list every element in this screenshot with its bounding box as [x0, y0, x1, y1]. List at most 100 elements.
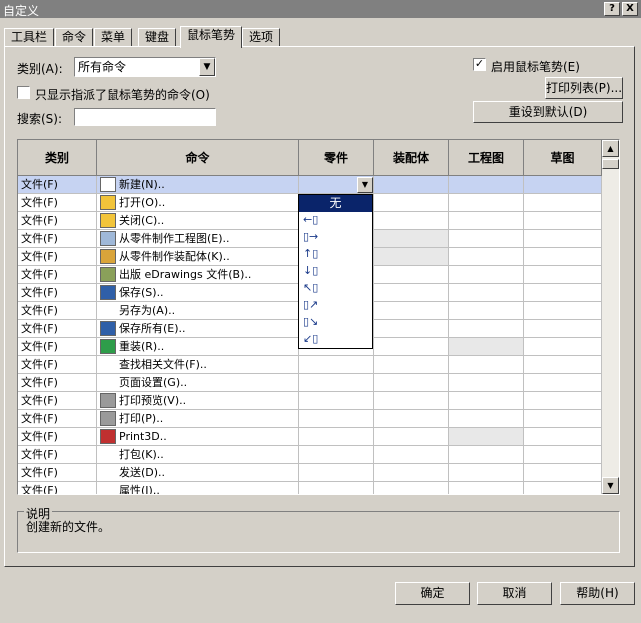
part-gesture-dropdown-button[interactable]: ▼ [357, 177, 373, 193]
only-assigned-checkbox[interactable] [17, 86, 30, 99]
table-row[interactable]: 文件(F) 发送(D).. [18, 464, 602, 482]
cell-assembly[interactable] [374, 230, 449, 248]
col-command[interactable]: 命令 [97, 140, 299, 176]
cell-category[interactable]: 文件(F) [18, 392, 97, 410]
cell-part[interactable] [299, 446, 374, 464]
cell-drawing[interactable] [449, 338, 524, 356]
vertical-scrollbar[interactable]: ▲ ▼ [602, 140, 619, 494]
cancel-button[interactable]: 取消 [477, 582, 552, 605]
cell-drawing[interactable] [449, 302, 524, 320]
cell-category[interactable]: 文件(F) [18, 266, 97, 284]
table-row[interactable]: 文件(F) 打包(K).. [18, 446, 602, 464]
cell-sketch[interactable] [524, 410, 602, 428]
cell-assembly[interactable] [374, 392, 449, 410]
cell-sketch[interactable] [524, 194, 602, 212]
col-drawing[interactable]: 工程图 [449, 140, 524, 176]
tab-mouse-gestures[interactable]: 鼠标笔势 [180, 26, 243, 48]
cell-category[interactable]: 文件(F) [18, 320, 97, 338]
gesture-option-none[interactable]: 无 [299, 195, 372, 212]
table-row[interactable]: 文件(F) Print3D.. [18, 428, 602, 446]
chevron-down-icon[interactable]: ▼ [199, 58, 215, 76]
cell-command[interactable]: 重装(R).. [97, 338, 299, 356]
cell-assembly[interactable] [374, 212, 449, 230]
help-title-button[interactable]: ? [604, 2, 620, 16]
cell-assembly[interactable] [374, 356, 449, 374]
cell-category[interactable]: 文件(F) [18, 356, 97, 374]
tab-commands[interactable]: 命令 [55, 28, 94, 47]
cell-part[interactable] [299, 464, 374, 482]
cell-assembly[interactable] [374, 446, 449, 464]
table-row[interactable]: 文件(F) 打印(P).. [18, 410, 602, 428]
cell-drawing[interactable] [449, 356, 524, 374]
gesture-downright-icon[interactable]: ▯↘ [299, 314, 372, 331]
help-button[interactable]: 帮助(H) [560, 582, 635, 605]
table-row[interactable]: 文件(F) 打印预览(V).. [18, 392, 602, 410]
cell-category[interactable]: 文件(F) [18, 428, 97, 446]
cell-category[interactable]: 文件(F) [18, 284, 97, 302]
cell-category[interactable]: 文件(F) [18, 212, 97, 230]
col-sketch[interactable]: 草图 [524, 140, 602, 176]
search-input[interactable] [74, 108, 216, 126]
cell-command[interactable]: 打开(O).. [97, 194, 299, 212]
cell-assembly[interactable] [374, 266, 449, 284]
tab-toolbars[interactable]: 工具栏 [4, 28, 55, 47]
cell-drawing[interactable] [449, 284, 524, 302]
cell-category[interactable]: 文件(F) [18, 374, 97, 392]
cell-sketch[interactable] [524, 464, 602, 482]
cell-sketch[interactable] [524, 338, 602, 356]
cell-command[interactable]: 打印(P).. [97, 410, 299, 428]
cell-assembly[interactable] [374, 482, 449, 494]
cell-drawing[interactable] [449, 374, 524, 392]
cell-command[interactable]: 属性(I).. [97, 482, 299, 494]
cell-sketch[interactable] [524, 374, 602, 392]
table-row[interactable]: 文件(F) 新建(N).. [18, 176, 602, 194]
cell-assembly[interactable] [374, 248, 449, 266]
gesture-downleft-icon[interactable]: ↙▯ [299, 331, 372, 348]
cell-command[interactable]: 打印预览(V).. [97, 392, 299, 410]
cell-sketch[interactable] [524, 392, 602, 410]
table-row[interactable]: 文件(F) 页面设置(G).. [18, 374, 602, 392]
cell-drawing[interactable] [449, 482, 524, 494]
cell-sketch[interactable] [524, 446, 602, 464]
cell-sketch[interactable] [524, 320, 602, 338]
tab-menus[interactable]: 菜单 [94, 28, 133, 47]
cell-drawing[interactable] [449, 410, 524, 428]
cell-assembly[interactable] [374, 320, 449, 338]
cell-drawing[interactable] [449, 212, 524, 230]
cell-drawing[interactable] [449, 176, 524, 194]
cell-command[interactable]: 另存为(A).. [97, 302, 299, 320]
cell-category[interactable]: 文件(F) [18, 464, 97, 482]
cell-assembly[interactable] [374, 194, 449, 212]
cell-category[interactable]: 文件(F) [18, 410, 97, 428]
cell-assembly[interactable] [374, 338, 449, 356]
gesture-right-icon[interactable]: ▯→ [299, 229, 372, 246]
table-row[interactable]: 文件(F) 查找相关文件(F).. [18, 356, 602, 374]
cell-command[interactable]: 查找相关文件(F).. [97, 356, 299, 374]
enable-gestures-checkbox[interactable]: ✓ [473, 58, 486, 71]
cell-drawing[interactable] [449, 266, 524, 284]
close-title-button[interactable]: X [622, 2, 638, 16]
cell-sketch[interactable] [524, 230, 602, 248]
cell-command[interactable]: 页面设置(G).. [97, 374, 299, 392]
cell-category[interactable]: 文件(F) [18, 302, 97, 320]
cell-command[interactable]: 发送(D).. [97, 464, 299, 482]
cell-category[interactable]: 文件(F) [18, 248, 97, 266]
cell-assembly[interactable] [374, 374, 449, 392]
cell-command[interactable]: 关闭(C).. [97, 212, 299, 230]
cell-part[interactable] [299, 356, 374, 374]
cell-sketch[interactable] [524, 248, 602, 266]
cell-drawing[interactable] [449, 248, 524, 266]
category-combo[interactable]: 所有命令 ▼ [74, 57, 216, 77]
cell-part[interactable] [299, 428, 374, 446]
tab-options[interactable]: 选项 [242, 28, 281, 47]
cell-command[interactable]: Print3D.. [97, 428, 299, 446]
cell-assembly[interactable] [374, 284, 449, 302]
cell-sketch[interactable] [524, 482, 602, 494]
cell-part[interactable] [299, 410, 374, 428]
cell-assembly[interactable] [374, 464, 449, 482]
cell-drawing[interactable] [449, 446, 524, 464]
cell-command[interactable]: 从零件制作装配体(K).. [97, 248, 299, 266]
cell-command[interactable]: 新建(N).. [97, 176, 299, 194]
col-assembly[interactable]: 装配体 [374, 140, 449, 176]
cell-category[interactable]: 文件(F) [18, 194, 97, 212]
